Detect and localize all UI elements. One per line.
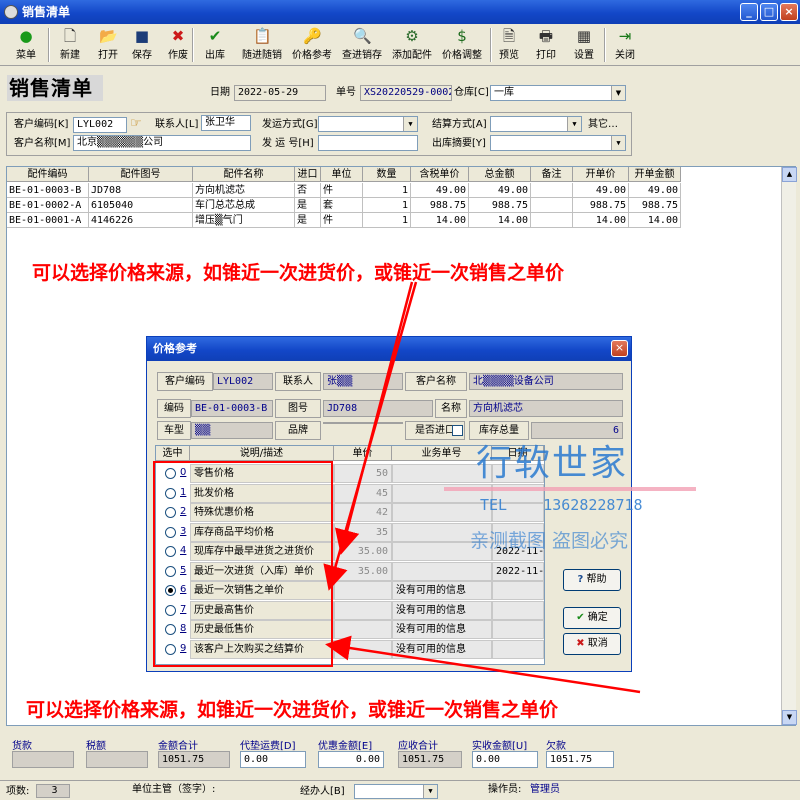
handler-label: 经办人[B]: [300, 786, 345, 797]
highlight-box: [153, 461, 333, 667]
total-label: 优惠金额[E]: [318, 741, 373, 752]
total-value[interactable]: 1051.75: [546, 751, 614, 768]
status-bar: 项数: 3 单位主管（签字）: 经办人[B] ▼ 操作员: 管理员: [0, 780, 800, 800]
total-label: 应收合计: [398, 741, 438, 752]
total-label: 金额合计: [158, 741, 198, 752]
item-count-value: 3: [36, 784, 70, 798]
operator-value: 管理员: [530, 784, 560, 795]
manager-sign-label: 单位主管（签字）:: [132, 784, 216, 795]
item-count-label: 项数:: [6, 786, 30, 797]
operator-label: 操作员:: [488, 784, 522, 795]
total-label: 税额: [86, 741, 106, 752]
total-label: 实收金额[U]: [472, 741, 528, 752]
total-value: [12, 751, 74, 768]
total-label: 货款: [12, 741, 32, 752]
total-value: 1051.75: [398, 751, 462, 768]
handler-select[interactable]: ▼: [354, 784, 438, 799]
arrow-bottom: [325, 635, 641, 694]
total-value: [86, 751, 148, 768]
annotation-overlay: [153, 281, 641, 694]
watermark-stripe: [444, 487, 696, 491]
total-label: 代垫运费[D]: [240, 741, 296, 752]
total-value[interactable]: 0.00: [472, 751, 538, 768]
arrow-top-2: [323, 281, 418, 591]
total-value[interactable]: 0.00: [240, 751, 306, 768]
chevron-down-icon[interactable]: ▼: [423, 785, 437, 798]
total-label: 欠款: [546, 741, 566, 752]
total-value[interactable]: 0.00: [318, 751, 384, 768]
total-value: 1051.75: [158, 751, 230, 768]
